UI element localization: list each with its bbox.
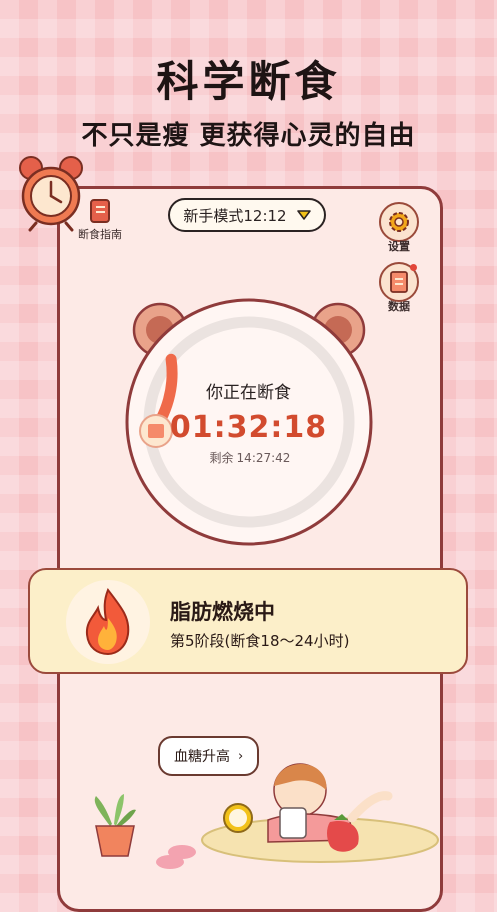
chevron-down-icon <box>296 210 311 220</box>
promo-headline: 科学断食 <box>156 57 341 106</box>
notification-dot <box>410 264 417 271</box>
plant-icon <box>94 794 136 857</box>
report-icon <box>390 271 408 293</box>
promo-subheadline: 不只是瘦 更获得心灵的自由 <box>81 121 416 151</box>
fasting-status: 你正在断食 <box>206 383 291 403</box>
gear-icon <box>389 212 409 232</box>
fasting-guide-label: 断食指南 <box>78 228 122 241</box>
fire-icon <box>66 580 150 664</box>
fasting-guide-button[interactable]: 断食指南 <box>72 198 128 242</box>
stage-subtitle: 第5阶段(断食18～24小时) <box>170 632 350 650</box>
remaining-value: 14:27:42 <box>236 451 291 465</box>
remaining-time: 剩余 14:27:42 <box>0 449 497 466</box>
stage-title: 脂肪燃烧中 <box>170 600 275 624</box>
book-icon <box>90 199 110 223</box>
settings-label: 设置 <box>388 240 410 253</box>
small-clock-icon <box>223 803 253 833</box>
fasting-mode-label: 新手模式12:12 <box>183 206 287 225</box>
fasting-mode-select[interactable]: 新手模式12:12 <box>168 198 326 232</box>
data-button[interactable]: 数据 <box>375 262 423 314</box>
elapsed-time: 01:32:18 <box>169 410 328 445</box>
settings-button[interactable]: 设置 <box>375 202 423 254</box>
remaining-label: 剩余 <box>209 451 234 465</box>
illustration-scene <box>94 763 439 869</box>
